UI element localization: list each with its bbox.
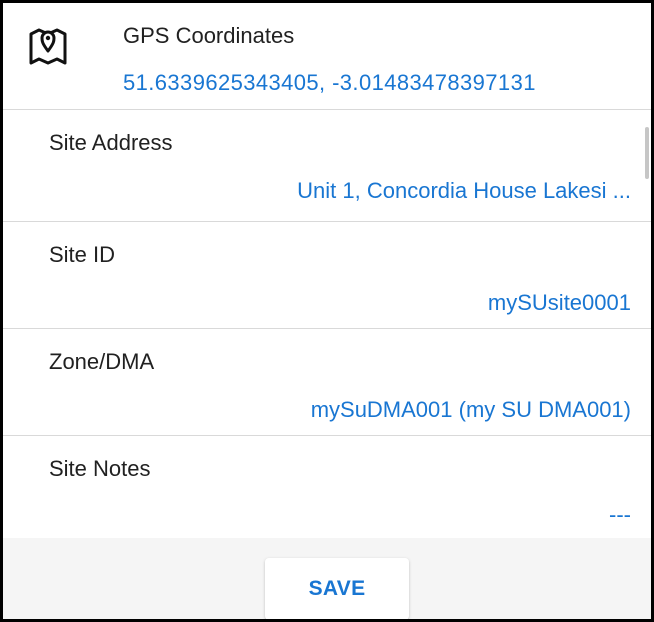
map-pin-icon[interactable] xyxy=(29,25,67,67)
zone-dma-value: mySuDMA001 (my SU DMA001) xyxy=(310,397,631,422)
save-button[interactable]: SAVE xyxy=(265,558,409,619)
site-notes-value: --- xyxy=(609,502,631,527)
site-details-list: GPS Coordinates 51.6339625343405, -3.014… xyxy=(3,3,651,539)
site-address-value: Unit 1, Concordia House Lakesi ... xyxy=(297,178,631,203)
zone-dma-label: Zone/DMA xyxy=(49,349,155,374)
site-id-label: Site ID xyxy=(49,242,116,267)
site-address-label: Site Address xyxy=(49,130,173,155)
dialog-frame: GPS Coordinates 51.6339625343405, -3.014… xyxy=(0,0,654,622)
dialog-footer: SAVE xyxy=(3,538,651,619)
gps-coordinates-row[interactable]: GPS Coordinates 51.6339625343405, -3.014… xyxy=(3,3,651,110)
site-notes-row[interactable]: Site Notes --- xyxy=(3,436,651,539)
site-id-row[interactable]: Site ID mySUsite0001 xyxy=(3,222,651,329)
site-address-row[interactable]: Site Address Unit 1, Concordia House Lak… xyxy=(3,110,651,222)
site-id-value: mySUsite0001 xyxy=(487,290,631,315)
gps-coordinates-label: GPS Coordinates xyxy=(123,23,295,48)
scroll-indicator[interactable] xyxy=(645,127,649,179)
zone-dma-row[interactable]: Zone/DMA mySuDMA001 (my SU DMA001) xyxy=(3,329,651,436)
gps-coordinates-value: 51.6339625343405, -3.01483478397131 xyxy=(123,70,536,95)
site-notes-label: Site Notes xyxy=(49,456,151,481)
